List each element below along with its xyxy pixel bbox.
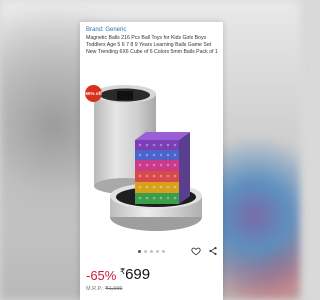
product-title: Magnetic Balls 216 Pcs Ball Toys for Kid… [86,35,218,55]
share-icon[interactable] [208,246,218,256]
price: ₹699 [120,266,150,283]
heart-icon[interactable] [191,246,201,256]
product-image[interactable] [80,74,223,254]
pagination-dot[interactable] [162,250,165,253]
pagination-dot[interactable] [156,250,159,253]
product-card[interactable]: Brand: Generic Magnetic Balls 216 Pcs Ba… [80,22,223,300]
mrp-value: ₹1,999 [105,286,123,292]
pagination-dot[interactable] [138,250,141,253]
currency-symbol: ₹ [120,267,126,276]
pagination-dot[interactable] [150,250,153,253]
discount-percentage: -65% [86,268,117,283]
discount-badge: 65% off [85,85,102,102]
pagination-dot[interactable] [144,250,147,253]
mrp: M.R.P.: ₹1,999 [86,286,122,292]
image-pagination [80,250,223,253]
price-value: 699 [125,266,151,283]
mrp-label: M.R.P.: [86,286,104,292]
brand-link[interactable]: Brand: Generic [86,27,126,33]
